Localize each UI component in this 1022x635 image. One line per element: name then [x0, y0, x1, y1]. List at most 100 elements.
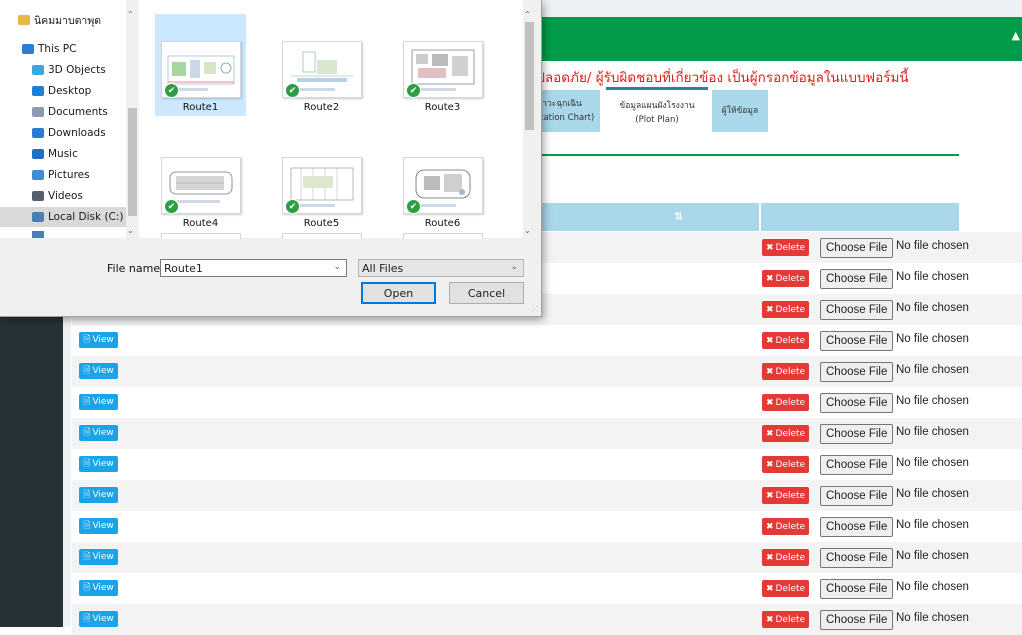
table-row: 🗎View ✖Delete Choose FileNo file chosen: [72, 604, 1022, 635]
close-icon: ✖: [765, 397, 774, 408]
file-tile[interactable]: ✔ Route2: [276, 14, 367, 116]
delete-button[interactable]: ✖ Delete: [762, 270, 809, 287]
scroll-up-icon[interactable]: ⌃: [127, 10, 134, 19]
nav-scrollbar[interactable]: ⌃ ⌄: [126, 0, 139, 238]
choose-file-button[interactable]: Choose File: [820, 300, 894, 320]
delete-button-label: Delete: [775, 552, 806, 563]
scroll-up-icon[interactable]: ⌃: [524, 10, 531, 19]
choose-file-button[interactable]: Choose File: [820, 548, 894, 568]
file-icon: 🗎: [83, 583, 91, 593]
delete-button[interactable]: ✖ Delete: [762, 301, 809, 318]
nav-item[interactable]: Videos: [0, 186, 126, 206]
view-button[interactable]: 🗎View: [79, 611, 118, 627]
close-icon: ✖: [765, 273, 774, 284]
delete-button[interactable]: ✖ Delete: [762, 363, 809, 380]
nav-item[interactable]: 3D Objects: [0, 60, 126, 80]
delete-button[interactable]: ✖ Delete: [762, 487, 809, 504]
no-file-chosen-text: No file chosen: [896, 364, 969, 376]
picture-icon: [32, 170, 44, 180]
delete-button[interactable]: ✖ Delete: [762, 518, 809, 535]
nav-item-partial[interactable]: [0, 231, 126, 238]
files-scroll-thumb[interactable]: [525, 22, 534, 130]
file-thumbnail-partial[interactable]: [161, 233, 241, 239]
delete-button[interactable]: ✖ Delete: [762, 549, 809, 566]
close-icon: ✖: [765, 583, 774, 594]
tab-plot-plan[interactable]: ข้อมูลแผนผังโรงงาน (Plot Plan): [606, 87, 708, 135]
file-tile[interactable]: ✔ Route4: [155, 130, 246, 232]
sort-icon[interactable]: ⇅: [674, 210, 683, 223]
nav-scroll-thumb[interactable]: [128, 108, 137, 216]
choose-file-button[interactable]: Choose File: [820, 393, 894, 413]
delete-button-label: Delete: [775, 614, 806, 625]
delete-button-label: Delete: [775, 242, 806, 253]
delete-button[interactable]: ✖ Delete: [762, 239, 809, 256]
choose-file-button[interactable]: Choose File: [820, 238, 894, 258]
delete-button-label: Delete: [775, 397, 806, 408]
no-file-chosen-text: No file chosen: [896, 581, 969, 593]
close-icon: ✖: [765, 552, 774, 563]
file-tile[interactable]: ✔ Route3: [397, 14, 488, 116]
view-button[interactable]: 🗎View: [79, 425, 118, 441]
view-button[interactable]: 🗎View: [79, 549, 118, 565]
nav-item[interactable]: Pictures: [0, 165, 126, 185]
file-icon: 🗎: [83, 552, 91, 562]
view-button[interactable]: 🗎View: [79, 518, 118, 534]
section-divider: [472, 154, 959, 156]
resize-grip-icon[interactable]: ⋰: [531, 305, 538, 313]
file-name-value: Route1: [164, 261, 203, 275]
file-tile[interactable]: ✔ Route5: [276, 130, 367, 232]
choose-file-button[interactable]: Choose File: [820, 579, 894, 599]
view-button[interactable]: 🗎View: [79, 456, 118, 472]
delete-button[interactable]: ✖ Delete: [762, 394, 809, 411]
choose-file-button[interactable]: Choose File: [820, 517, 894, 537]
file-type-value: All Files: [362, 261, 404, 275]
choose-file-button[interactable]: Choose File: [820, 610, 894, 630]
view-button[interactable]: 🗎View: [79, 487, 118, 503]
nav-item[interactable]: Downloads: [0, 123, 126, 143]
close-icon: ✖: [765, 428, 774, 439]
tab-informant[interactable]: ผู้ให้ข้อมูล: [712, 90, 768, 132]
nav-item[interactable]: This PC: [0, 39, 126, 59]
no-file-chosen-text: No file chosen: [896, 488, 969, 500]
file-thumbnail-partial[interactable]: [403, 233, 483, 239]
delete-button[interactable]: ✖ Delete: [762, 611, 809, 628]
choose-file-button[interactable]: Choose File: [820, 269, 894, 289]
choose-file-button[interactable]: Choose File: [820, 455, 894, 475]
scroll-down-icon[interactable]: ⌄: [127, 226, 134, 235]
nav-item[interactable]: Desktop: [0, 81, 126, 101]
cancel-button[interactable]: Cancel: [449, 282, 524, 304]
nav-item[interactable]: Local Disk (C:): [0, 207, 126, 227]
table-row: 🗎View ✖Delete Choose FileNo file chosen: [72, 511, 1022, 542]
delete-button[interactable]: ✖ Delete: [762, 456, 809, 473]
file-tile[interactable]: ✔ Route6: [397, 130, 488, 232]
delete-button[interactable]: ✖ Delete: [762, 332, 809, 349]
nav-item[interactable]: Documents: [0, 102, 126, 122]
view-button[interactable]: 🗎View: [79, 580, 118, 596]
file-type-select[interactable]: All Files ⌄: [358, 259, 524, 277]
file-name: Route1: [182, 102, 219, 113]
view-button[interactable]: 🗎View: [79, 332, 118, 348]
table-row: 🗎View ✖Delete Choose FileNo file chosen: [72, 480, 1022, 511]
file-name: Route4: [182, 218, 219, 229]
file-thumbnail-partial[interactable]: [282, 233, 362, 239]
delete-button[interactable]: ✖ Delete: [762, 425, 809, 442]
file-tile[interactable]: ✔ Route1: [155, 14, 246, 116]
choose-file-button[interactable]: Choose File: [820, 331, 894, 351]
scroll-down-icon[interactable]: ⌄: [524, 226, 531, 235]
chevron-down-icon[interactable]: ⌄: [333, 262, 341, 272]
nav-item[interactable]: Music: [0, 144, 126, 164]
choose-file-button[interactable]: Choose File: [820, 486, 894, 506]
delete-button-label: Delete: [775, 490, 806, 501]
view-button-label: View: [92, 459, 114, 469]
choose-file-button[interactable]: Choose File: [820, 362, 894, 382]
open-button[interactable]: Open: [361, 282, 436, 304]
files-scrollbar[interactable]: ⌃ ⌄: [523, 0, 536, 238]
delete-button[interactable]: ✖ Delete: [762, 580, 809, 597]
file-name-input[interactable]: Route1 ⌄: [160, 259, 347, 277]
nav-item[interactable]: นิคมมาบตาพุด: [0, 10, 126, 30]
view-button[interactable]: 🗎View: [79, 363, 118, 379]
view-button[interactable]: 🗎View: [79, 394, 118, 410]
choose-file-button[interactable]: Choose File: [820, 424, 894, 444]
file-name: Route3: [424, 102, 461, 113]
caret-up-icon[interactable]: ▲: [1012, 29, 1020, 42]
